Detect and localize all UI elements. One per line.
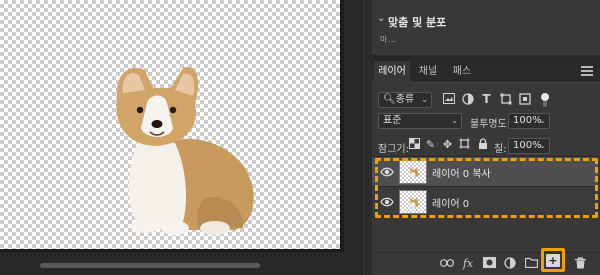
chevron-down-icon: ⌄ [539, 116, 546, 125]
filter-toggle-icon[interactable] [540, 93, 550, 107]
blend-mode-value: 표준 [383, 115, 402, 126]
align-distribute-section-title[interactable]: 맞춤 및 분포 [388, 14, 446, 30]
layer-thumbnail [399, 190, 427, 214]
layer-row[interactable]: 레이어 0 복사 [372, 157, 598, 187]
link-icon[interactable] [440, 257, 454, 271]
tab-layers[interactable]: 레이어 [374, 61, 410, 83]
layer-name[interactable]: 레이어 0 [432, 195, 469, 210]
eye-visibility-icon[interactable] [380, 196, 394, 208]
image-filter-icon[interactable] [442, 93, 455, 106]
opacity-value: 100% [513, 115, 542, 126]
fill-field[interactable]: 100% ⌄ [508, 138, 550, 154]
panel-divider[interactable] [364, 0, 372, 275]
opacity-field[interactable]: 100% ⌄ [508, 113, 550, 129]
shape-filter-icon[interactable] [499, 93, 512, 106]
tab-paths[interactable]: 패스 [446, 61, 478, 83]
lock-position-icon[interactable]: ✥ [441, 138, 454, 151]
blend-mode-select[interactable]: 표준 ⌄ [378, 113, 462, 129]
layer-filter-kind-select[interactable]: 🔍︎종류 ⌄ [378, 92, 432, 108]
type-filter-icon[interactable]: T [480, 93, 493, 106]
canvas-area[interactable] [0, 0, 362, 275]
lock-all-icon[interactable] [476, 138, 489, 151]
group-folder-icon[interactable] [524, 257, 538, 271]
layer-row[interactable]: 레이어 0 [372, 187, 598, 217]
layer-name[interactable]: 레이어 0 복사 [432, 165, 491, 180]
fx-icon[interactable]: fx [461, 257, 475, 271]
fill-value: 100% [513, 140, 542, 151]
chevron-down-icon: ⌄ [421, 95, 428, 104]
corgi-puppy-image [116, 67, 254, 235]
new-layer-icon[interactable]: + [546, 254, 560, 267]
opacity-label: 불투명도: [470, 119, 511, 130]
chevron-down-icon: ⌄ [539, 141, 546, 150]
trash-icon[interactable] [573, 257, 587, 271]
lock-label: 잠그기: [378, 144, 409, 155]
filter-kind-label: 종류 [395, 94, 415, 105]
mask-icon[interactable] [482, 257, 496, 271]
adjustment-icon[interactable] [503, 257, 517, 271]
search-icon: 🔍︎ [383, 94, 396, 105]
lock-artboard-icon[interactable] [458, 138, 471, 151]
canvas-shadow-bottom [0, 249, 344, 252]
fill-label: 칠: [494, 144, 507, 155]
panel-menu-icon[interactable] [578, 64, 596, 78]
eye-visibility-icon[interactable] [380, 166, 394, 178]
horizontal-scroll-thumb[interactable] [40, 263, 260, 268]
layer-thumbnail [399, 160, 427, 184]
canvas-shadow [340, 0, 344, 252]
chevron-down-icon: ⌄ [451, 116, 458, 125]
lock-transparent-pixels-icon[interactable] [408, 138, 421, 151]
chevron-down-icon[interactable]: ⌄ [377, 13, 385, 24]
tab-channels[interactable]: 채널 [412, 61, 444, 83]
smart-object-filter-icon[interactable] [518, 93, 531, 106]
lock-image-pixels-icon[interactable]: ✎ [424, 138, 437, 151]
adjustment-filter-icon[interactable] [461, 93, 474, 106]
align-distribute-section-sub: 마… [380, 35, 398, 44]
